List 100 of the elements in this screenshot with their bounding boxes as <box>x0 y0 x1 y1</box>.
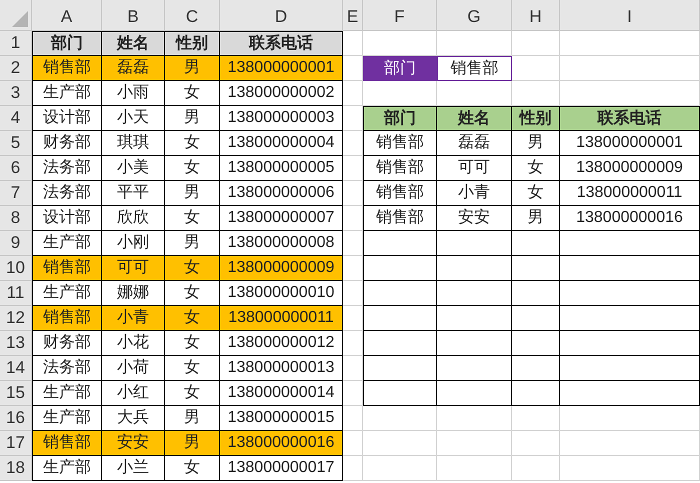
table-cell: 小青 <box>102 306 165 331</box>
table-cell: 男 <box>512 131 560 156</box>
column-header: F <box>363 0 437 31</box>
table-cell: 女 <box>165 331 220 356</box>
row-number: 14 <box>0 356 32 381</box>
row-number: 15 <box>0 381 32 406</box>
empty-cell[interactable] <box>363 406 437 431</box>
table-cell: 女 <box>165 81 220 106</box>
row-number: 8 <box>0 206 32 231</box>
row-number: 13 <box>0 331 32 356</box>
empty-cell[interactable] <box>560 456 700 481</box>
table-cell: 小美 <box>102 156 165 181</box>
table-cell: 男 <box>165 181 220 206</box>
empty-cell[interactable] <box>343 106 363 131</box>
row-number: 5 <box>0 131 32 156</box>
empty-cell[interactable] <box>363 431 437 456</box>
empty-cell[interactable] <box>343 431 363 456</box>
row-number: 2 <box>0 56 32 81</box>
column-header: E <box>343 0 363 31</box>
table-cell: 财务部 <box>32 131 102 156</box>
table-cell: 男 <box>512 206 560 231</box>
column-header: B <box>102 0 165 31</box>
empty-cell[interactable] <box>512 81 560 106</box>
empty-cell[interactable] <box>343 356 363 381</box>
column-heading: 部门 <box>363 106 437 131</box>
table-cell: 销售部 <box>32 256 102 281</box>
empty-cell[interactable] <box>343 231 363 256</box>
empty-cell[interactable] <box>343 406 363 431</box>
table-cell: 销售部 <box>363 131 437 156</box>
column-header: C <box>165 0 220 31</box>
table-cell: 生产部 <box>32 456 102 481</box>
table-cell: 可可 <box>437 156 512 181</box>
table-cell: 138000000013 <box>220 356 343 381</box>
table-cell: 138000000014 <box>220 381 343 406</box>
empty-cell[interactable] <box>343 456 363 481</box>
empty-cell[interactable] <box>343 306 363 331</box>
column-heading: 姓名 <box>437 106 512 131</box>
column-header: A <box>32 0 102 31</box>
table-cell: 小刚 <box>102 231 165 256</box>
row-number: 9 <box>0 231 32 256</box>
row-number: 17 <box>0 431 32 456</box>
empty-cell[interactable] <box>437 31 512 56</box>
table-cell: 女 <box>165 281 220 306</box>
empty-cell[interactable] <box>437 456 512 481</box>
empty-cell[interactable] <box>343 206 363 231</box>
empty-cell[interactable] <box>437 406 512 431</box>
table-cell: 可可 <box>102 256 165 281</box>
empty-cell[interactable] <box>560 406 700 431</box>
table-cell: 销售部 <box>32 306 102 331</box>
table-cell: 小花 <box>102 331 165 356</box>
table-cell: 女 <box>165 306 220 331</box>
table-cell: 138000000017 <box>220 456 343 481</box>
empty-cell[interactable] <box>437 81 512 106</box>
empty-cell[interactable] <box>343 156 363 181</box>
empty-cell[interactable] <box>363 456 437 481</box>
table-cell: 磊磊 <box>102 56 165 81</box>
row-number: 6 <box>0 156 32 181</box>
table-cell: 女 <box>165 381 220 406</box>
table-cell: 安安 <box>437 206 512 231</box>
table-cell: 138000000012 <box>220 331 343 356</box>
empty-cell[interactable] <box>512 431 560 456</box>
empty-cell[interactable] <box>363 31 437 56</box>
table-cell: 销售部 <box>363 206 437 231</box>
empty-cell[interactable] <box>343 331 363 356</box>
empty-cell[interactable] <box>560 431 700 456</box>
table-cell: 娜娜 <box>102 281 165 306</box>
row-number: 12 <box>0 306 32 331</box>
table-cell: 销售部 <box>363 181 437 206</box>
empty-cell[interactable] <box>363 81 437 106</box>
column-header: D <box>220 0 343 31</box>
empty-cell[interactable] <box>343 56 363 81</box>
table-cell: 生产部 <box>32 231 102 256</box>
empty-cell[interactable] <box>560 81 700 106</box>
column-heading: 部门 <box>32 31 102 56</box>
empty-cell[interactable] <box>343 256 363 281</box>
row-number: 7 <box>0 181 32 206</box>
table-cell: 138000000008 <box>220 231 343 256</box>
empty-cell[interactable] <box>560 31 700 56</box>
empty-cell[interactable] <box>343 181 363 206</box>
table-cell: 磊磊 <box>437 131 512 156</box>
empty-cell[interactable] <box>437 431 512 456</box>
empty-cell[interactable] <box>343 81 363 106</box>
table-cell: 138000000001 <box>560 131 700 156</box>
empty-cell[interactable] <box>512 406 560 431</box>
empty-cell[interactable] <box>512 31 560 56</box>
table-cell: 小兰 <box>102 456 165 481</box>
table-cell: 法务部 <box>32 181 102 206</box>
table-cell: 138000000015 <box>220 406 343 431</box>
column-heading: 性别 <box>165 31 220 56</box>
table-cell: 138000000002 <box>220 81 343 106</box>
table-cell: 男 <box>165 406 220 431</box>
empty-cell[interactable] <box>512 456 560 481</box>
table-cell: 琪琪 <box>102 131 165 156</box>
table-cell: 138000000004 <box>220 131 343 156</box>
select-all-icon[interactable] <box>12 11 28 27</box>
empty-cell[interactable] <box>343 281 363 306</box>
empty-cell[interactable] <box>560 56 700 81</box>
table-cell: 平平 <box>102 181 165 206</box>
empty-cell[interactable] <box>343 131 363 156</box>
empty-cell[interactable] <box>343 381 363 406</box>
